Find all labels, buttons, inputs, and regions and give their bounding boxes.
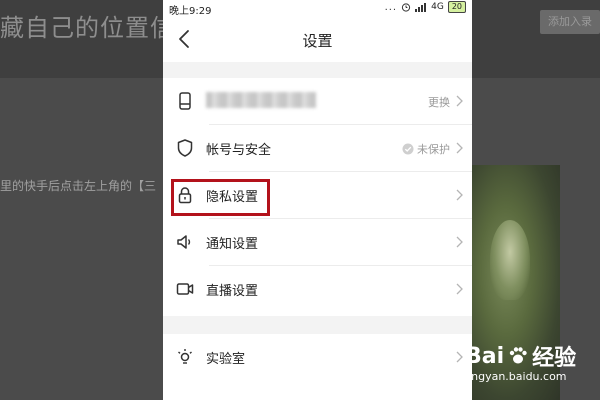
speaker-icon bbox=[177, 235, 191, 249]
settings-row-label: 实验室 bbox=[206, 352, 246, 367]
settings-group-more: 实验室 bbox=[163, 334, 472, 400]
settings-row-notifications[interactable]: 通知设置 bbox=[163, 219, 472, 266]
settings-group-account: 更换 帐号与安全 未保护 隐私设置 通知设置 直播设置 bbox=[163, 78, 472, 316]
status-icons: ... 4G 20 bbox=[385, 1, 466, 13]
status-dots: ... bbox=[384, 1, 398, 13]
navigation-bar: 设置 bbox=[163, 16, 472, 62]
settings-row-privacy[interactable]: 隐私设置 bbox=[163, 172, 472, 219]
watermark-brand: Bai 经验 bbox=[465, 340, 576, 372]
video-camera-icon bbox=[176, 283, 194, 295]
background-title: 藏自己的位置信 bbox=[0, 14, 175, 42]
settings-row-live-streaming[interactable]: 直播设置 bbox=[163, 266, 472, 313]
lock-icon bbox=[178, 187, 192, 204]
settings-row-label: 通知设置 bbox=[206, 237, 259, 252]
background-text-line: 里的快手后点击左上角的【三 bbox=[0, 179, 157, 193]
settings-row-lab[interactable]: 实验室 bbox=[163, 334, 472, 381]
settings-row-account-security[interactable]: 帐号与安全 未保护 bbox=[163, 125, 472, 172]
check-circle-icon bbox=[402, 143, 414, 155]
baidu-jingyan-watermark: Bai 经验 jingyan.baidu.com bbox=[465, 340, 576, 384]
settings-row-label: 直播设置 bbox=[206, 284, 259, 299]
protection-status: 未保护 bbox=[402, 141, 450, 157]
watermark-url: jingyan.baidu.com bbox=[465, 370, 567, 383]
protection-status-text: 未保护 bbox=[417, 143, 450, 156]
phone-icon bbox=[179, 92, 191, 110]
chevron-right-icon bbox=[456, 189, 463, 201]
settings-row-label: 隐私设置 bbox=[206, 190, 259, 205]
background-button: 添加入录 bbox=[540, 10, 600, 34]
background-image-figure bbox=[490, 220, 530, 300]
phone-number-blurred bbox=[206, 92, 316, 108]
settings-row-label: 帐号与安全 bbox=[206, 143, 272, 158]
watermark-brand-left: Bai bbox=[465, 343, 505, 369]
shield-icon bbox=[177, 139, 193, 157]
signal-icon bbox=[415, 3, 427, 12]
alarm-icon bbox=[402, 3, 411, 12]
status-time: 晚上9:29 bbox=[169, 6, 212, 17]
settings-row-phone-number[interactable]: 更换 bbox=[163, 78, 472, 125]
chevron-right-icon bbox=[456, 95, 463, 107]
change-phone-link[interactable]: 更换 bbox=[428, 94, 450, 110]
page-title: 设置 bbox=[302, 32, 333, 50]
battery-level: 20 bbox=[447, 1, 466, 13]
paw-icon bbox=[509, 347, 527, 364]
watermark-brand-right: 经验 bbox=[532, 346, 577, 371]
bulb-icon bbox=[178, 349, 192, 364]
chevron-right-icon bbox=[456, 236, 463, 248]
phone-screen: 晚上9:29 ... 4G 20 设置 更换 帐号与安全 未保护 隐私设置 通知… bbox=[163, 0, 472, 400]
chevron-right-icon bbox=[456, 351, 463, 363]
network-type: 4G bbox=[431, 2, 444, 12]
chevron-right-icon bbox=[456, 283, 463, 295]
chevron-right-icon bbox=[456, 142, 463, 154]
status-bar: 晚上9:29 ... 4G 20 bbox=[163, 0, 472, 17]
